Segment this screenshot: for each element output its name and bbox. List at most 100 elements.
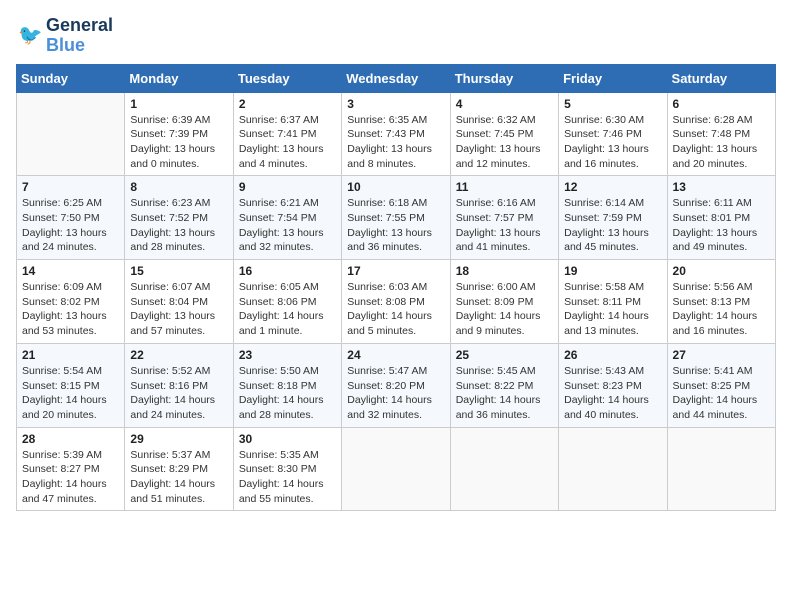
calendar-cell [17,92,125,176]
weekday-header-monday: Monday [125,64,233,92]
day-number: 12 [564,180,661,194]
day-number: 13 [673,180,770,194]
day-info: Sunrise: 6:23 AM Sunset: 7:52 PM Dayligh… [130,196,227,255]
day-info: Sunrise: 6:18 AM Sunset: 7:55 PM Dayligh… [347,196,444,255]
day-info: Sunrise: 5:54 AM Sunset: 8:15 PM Dayligh… [22,364,119,423]
weekday-header-wednesday: Wednesday [342,64,450,92]
day-info: Sunrise: 6:35 AM Sunset: 7:43 PM Dayligh… [347,113,444,172]
day-number: 21 [22,348,119,362]
day-number: 14 [22,264,119,278]
day-info: Sunrise: 5:37 AM Sunset: 8:29 PM Dayligh… [130,448,227,507]
calendar-cell: 26Sunrise: 5:43 AM Sunset: 8:23 PM Dayli… [559,343,667,427]
weekday-header-tuesday: Tuesday [233,64,341,92]
calendar-week-row: 28 Sunrise: 5:39 AM Sunset: 8:27 PM Dayli… [17,427,776,511]
day-number: 5 [564,97,661,111]
calendar-cell: 28 Sunrise: 5:39 AM Sunset: 8:27 PM Dayli… [17,427,125,511]
day-info: Sunrise: 6:11 AM Sunset: 8:01 PM Dayligh… [673,196,770,255]
day-info: Sunrise: 6:07 AM Sunset: 8:04 PM Dayligh… [130,280,227,339]
calendar-cell [667,427,775,511]
day-number: 15 [130,264,227,278]
calendar-cell [559,427,667,511]
calendar-week-row: 21 Sunrise: 5:54 AM Sunset: 8:15 PM Dayli… [17,343,776,427]
calendar-cell: 30 Sunrise: 5:35 AM Sunset: 8:30 PM Dayli… [233,427,341,511]
day-info: Sunrise: 5:47 AM Sunset: 8:20 PM Dayligh… [347,364,444,423]
day-info: Sunrise: 6:05 AM Sunset: 8:06 PM Dayligh… [239,280,336,339]
calendar-cell: 2Sunrise: 6:37 AM Sunset: 7:41 PM Daylig… [233,92,341,176]
day-number: 16 [239,264,336,278]
day-info: Sunrise: 6:14 AM Sunset: 7:59 PM Dayligh… [564,196,661,255]
day-info: Sunrise: 6:09 AM Sunset: 8:02 PM Dayligh… [22,280,119,339]
day-number: 28 [22,432,119,446]
day-info: Sunrise: 5:58 AM Sunset: 8:11 PM Dayligh… [564,280,661,339]
day-info: Sunrise: 5:39 AM Sunset: 8:27 PM Dayligh… [22,448,119,507]
day-number: 29 [130,432,227,446]
day-number: 17 [347,264,444,278]
logo-icon: 🐦 [18,22,46,50]
day-number: 4 [456,97,553,111]
calendar-cell: 13 Sunrise: 6:11 AM Sunset: 8:01 PM Dayli… [667,176,775,260]
calendar-cell: 24 Sunrise: 5:47 AM Sunset: 8:20 PM Dayli… [342,343,450,427]
header: 🐦 GeneralBlue [16,16,776,56]
day-info: Sunrise: 6:30 AM Sunset: 7:46 PM Dayligh… [564,113,661,172]
day-number: 3 [347,97,444,111]
calendar-cell: 8Sunrise: 6:23 AM Sunset: 7:52 PM Daylig… [125,176,233,260]
calendar-cell: 11 Sunrise: 6:16 AM Sunset: 7:57 PM Dayli… [450,176,558,260]
calendar-table: SundayMondayTuesdayWednesdayThursdayFrid… [16,64,776,512]
calendar-cell: 22 Sunrise: 5:52 AM Sunset: 8:16 PM Dayli… [125,343,233,427]
calendar-week-row: 7 Sunrise: 6:25 AM Sunset: 7:50 PM Daylig… [17,176,776,260]
day-info: Sunrise: 6:37 AM Sunset: 7:41 PM Dayligh… [239,113,336,172]
day-info: Sunrise: 6:16 AM Sunset: 7:57 PM Dayligh… [456,196,553,255]
calendar-cell: 5 Sunrise: 6:30 AM Sunset: 7:46 PM Daylig… [559,92,667,176]
day-info: Sunrise: 6:21 AM Sunset: 7:54 PM Dayligh… [239,196,336,255]
day-number: 23 [239,348,336,362]
calendar-cell: 6 Sunrise: 6:28 AM Sunset: 7:48 PM Daylig… [667,92,775,176]
day-number: 19 [564,264,661,278]
weekday-header-thursday: Thursday [450,64,558,92]
day-number: 7 [22,180,119,194]
calendar-cell: 27 Sunrise: 5:41 AM Sunset: 8:25 PM Dayli… [667,343,775,427]
calendar-week-row: 1Sunrise: 6:39 AM Sunset: 7:39 PM Daylig… [17,92,776,176]
day-info: Sunrise: 5:35 AM Sunset: 8:30 PM Dayligh… [239,448,336,507]
calendar-cell: 7 Sunrise: 6:25 AM Sunset: 7:50 PM Daylig… [17,176,125,260]
calendar-cell: 20Sunrise: 5:56 AM Sunset: 8:13 PM Dayli… [667,260,775,344]
day-info: Sunrise: 5:41 AM Sunset: 8:25 PM Dayligh… [673,364,770,423]
day-info: Sunrise: 6:39 AM Sunset: 7:39 PM Dayligh… [130,113,227,172]
day-number: 22 [130,348,227,362]
calendar-cell: 10 Sunrise: 6:18 AM Sunset: 7:55 PM Dayli… [342,176,450,260]
calendar-cell: 14 Sunrise: 6:09 AM Sunset: 8:02 PM Dayli… [17,260,125,344]
weekday-header-row: SundayMondayTuesdayWednesdayThursdayFrid… [17,64,776,92]
calendar-cell: 16 Sunrise: 6:05 AM Sunset: 8:06 PM Dayli… [233,260,341,344]
calendar-cell [342,427,450,511]
day-number: 9 [239,180,336,194]
day-number: 30 [239,432,336,446]
calendar-cell: 29 Sunrise: 5:37 AM Sunset: 8:29 PM Dayli… [125,427,233,511]
day-info: Sunrise: 5:43 AM Sunset: 8:23 PM Dayligh… [564,364,661,423]
day-number: 24 [347,348,444,362]
logo: 🐦 GeneralBlue [16,16,113,56]
day-number: 20 [673,264,770,278]
weekday-header-sunday: Sunday [17,64,125,92]
day-number: 27 [673,348,770,362]
calendar-cell: 3 Sunrise: 6:35 AM Sunset: 7:43 PM Daylig… [342,92,450,176]
calendar-cell: 4 Sunrise: 6:32 AM Sunset: 7:45 PM Daylig… [450,92,558,176]
day-info: Sunrise: 5:45 AM Sunset: 8:22 PM Dayligh… [456,364,553,423]
day-number: 11 [456,180,553,194]
day-number: 6 [673,97,770,111]
calendar-cell: 12 Sunrise: 6:14 AM Sunset: 7:59 PM Dayli… [559,176,667,260]
day-number: 25 [456,348,553,362]
calendar-cell [450,427,558,511]
calendar-cell: 17Sunrise: 6:03 AM Sunset: 8:08 PM Dayli… [342,260,450,344]
day-number: 10 [347,180,444,194]
logo-text: GeneralBlue [46,16,113,56]
day-info: Sunrise: 6:32 AM Sunset: 7:45 PM Dayligh… [456,113,553,172]
day-info: Sunrise: 6:28 AM Sunset: 7:48 PM Dayligh… [673,113,770,172]
weekday-header-saturday: Saturday [667,64,775,92]
day-info: Sunrise: 5:52 AM Sunset: 8:16 PM Dayligh… [130,364,227,423]
weekday-header-friday: Friday [559,64,667,92]
day-info: Sunrise: 6:25 AM Sunset: 7:50 PM Dayligh… [22,196,119,255]
calendar-cell: 25 Sunrise: 5:45 AM Sunset: 8:22 PM Dayli… [450,343,558,427]
svg-text:🐦: 🐦 [18,24,42,46]
day-info: Sunrise: 5:50 AM Sunset: 8:18 PM Dayligh… [239,364,336,423]
day-number: 18 [456,264,553,278]
calendar-cell: 23 Sunrise: 5:50 AM Sunset: 8:18 PM Dayli… [233,343,341,427]
